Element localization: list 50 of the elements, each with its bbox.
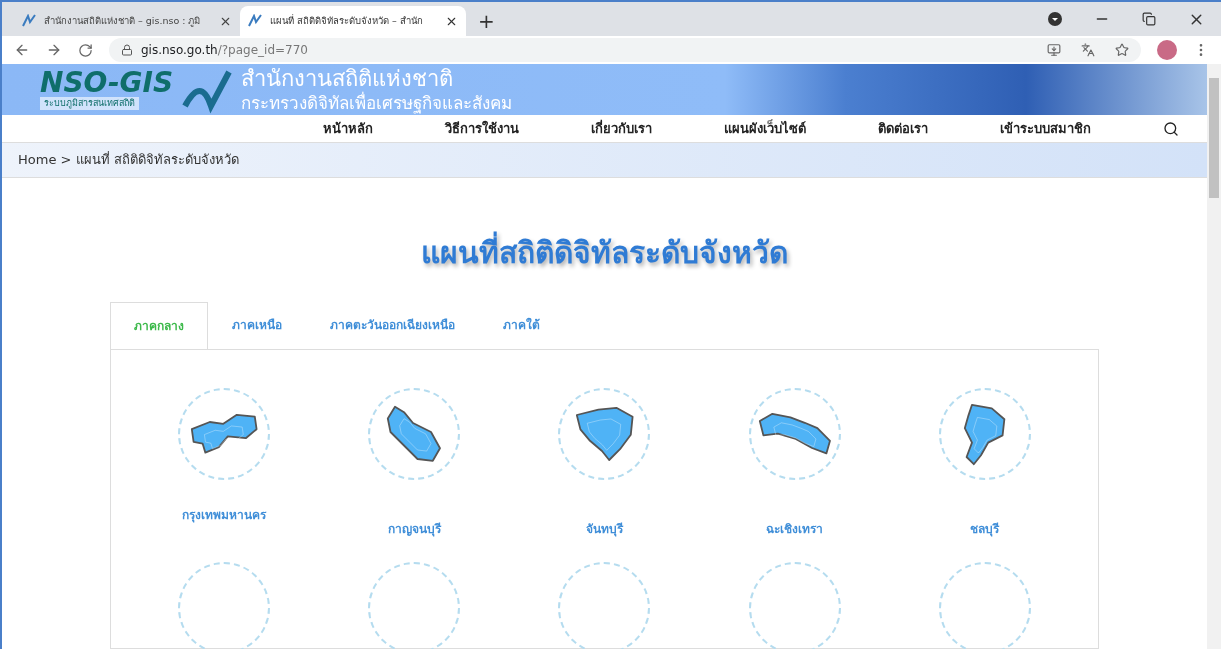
url-text: gis.nso.go.th/?page_id=770: [141, 42, 308, 59]
profile-avatar[interactable]: [1157, 40, 1177, 60]
province-name[interactable]: ชลบุรี: [970, 520, 1000, 538]
ministry-name: กระทรวงดิจิทัลเพื่อเศรษฐกิจและสังคม: [241, 92, 513, 114]
province-map-button[interactable]: [748, 388, 841, 480]
address-bar[interactable]: gis.nso.go.th/?page_id=770: [109, 38, 1141, 62]
province-map-icon: [189, 413, 259, 455]
bookmark-star-icon[interactable]: [1115, 43, 1129, 57]
region-tab[interactable]: ภาคใต้: [479, 301, 564, 349]
province-name[interactable]: ฉะเชิงเทรา: [766, 520, 824, 538]
install-icon[interactable]: [1047, 43, 1061, 57]
nav-link[interactable]: ติดต่อเรา: [878, 118, 928, 139]
back-icon[interactable]: [14, 42, 30, 58]
tab-search-icon[interactable]: [1048, 12, 1062, 26]
browser-tab[interactable]: แผนที่ สถิติดิจิทัลระดับจังหวัด – สำนัก: [240, 6, 466, 36]
translate-icon[interactable]: [1081, 43, 1095, 57]
province-name[interactable]: จันทบุรี: [586, 520, 623, 538]
province-map-icon: [386, 405, 443, 463]
reload-icon[interactable]: [78, 42, 93, 58]
nav-link[interactable]: เข้าระบบสมาชิก: [1000, 118, 1091, 139]
scrollbar[interactable]: [1207, 64, 1221, 649]
nav-link[interactable]: แผนผังเว็บไซต์: [724, 118, 806, 139]
nav-link[interactable]: วิธีการใช้งาน: [445, 118, 519, 139]
province-map-button[interactable]: [178, 388, 271, 480]
search-icon[interactable]: [1163, 120, 1179, 137]
province-map-button[interactable]: [938, 388, 1031, 480]
browser-tab[interactable]: สำนักงานสถิติแห่งชาติ – gis.nso : ภูมิ: [14, 6, 240, 36]
province-map-icon: [757, 412, 832, 456]
province-map-icon: [574, 406, 635, 462]
lock-icon: [121, 44, 133, 56]
site-favicon-icon: [22, 14, 36, 28]
nav-link[interactable]: เกี่ยวกับเรา: [591, 118, 652, 139]
logo-subtitle: ระบบภูมิสารสนเทศสถิติ: [40, 96, 139, 111]
tab-title: แผนที่ สถิติดิจิทัลระดับจังหวัด – สำนัก: [270, 13, 424, 28]
province-map-icon: [963, 402, 1007, 466]
tab-title: สำนักงานสถิติแห่งชาติ – gis.nso : ภูมิ: [44, 13, 202, 29]
organization-name: สำนักงานสถิติแห่งชาติ: [241, 65, 454, 92]
logo-text: NSO-GIS: [40, 68, 174, 97]
province-name[interactable]: กรุงเทพมหานคร: [182, 506, 267, 524]
province-name[interactable]: กาญจนบุรี: [387, 520, 441, 538]
province-map-button[interactable]: [368, 388, 461, 480]
forward-icon[interactable]: [46, 42, 62, 58]
site-logo[interactable]: NSO-GIS ระบบภูมิสารสนเทศสถิติ: [40, 68, 174, 111]
restore-icon[interactable]: [1142, 12, 1156, 26]
page-title: แผนที่สถิติดิจิทัลระดับจังหวัด: [421, 230, 788, 275]
province-map-button[interactable]: [558, 388, 651, 480]
breadcrumb[interactable]: Home > แผนที่ สถิติดิจิทัลระดับจังหวัด: [18, 150, 239, 170]
site-favicon-icon: [248, 14, 262, 28]
new-tab-button[interactable]: +: [466, 6, 507, 36]
nav-link[interactable]: หน้าหลัก: [323, 118, 373, 139]
